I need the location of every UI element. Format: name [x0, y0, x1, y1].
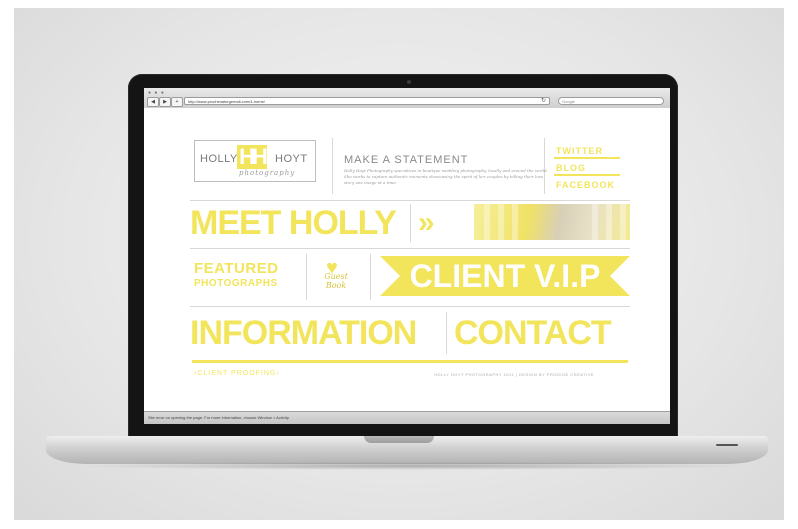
divider [410, 204, 411, 242]
facebook-link[interactable]: FACEBOOK [556, 180, 615, 190]
address-bar[interactable]: http://www.prochimaturgemail.com/4-home/ [184, 97, 550, 105]
information-link[interactable]: INFORMATION [190, 314, 417, 352]
status-text: Site error on opening the page. For more… [148, 415, 290, 420]
browser-toolbar: ● ● ● ◀ ▶ + http://www.prochimaturgemail… [144, 88, 670, 109]
divider [370, 254, 371, 300]
statement-title: MAKE A STATEMENT [344, 154, 469, 166]
laptop-screen: ● ● ● ◀ ▶ + http://www.prochimaturgemail… [144, 88, 670, 424]
forward-button[interactable]: ▶ [159, 97, 171, 107]
back-button[interactable]: ◀ [147, 97, 159, 107]
client-vip-label: CLIENT V.I.P [409, 258, 601, 294]
status-bar: Site error on opening the page. For more… [144, 411, 670, 424]
logo-first-name: HOLLY [200, 153, 238, 165]
contact-link[interactable]: CONTACT [454, 314, 612, 352]
window-controls[interactable]: ● ● ● [148, 90, 165, 96]
footer-rule [192, 360, 628, 363]
guest-book-label: Guest Book [324, 272, 348, 290]
add-bookmark-button[interactable]: + [171, 97, 183, 107]
chevron-right-icon: » [418, 206, 435, 239]
logo-script: photography [239, 169, 296, 177]
statement-body: Holly Hoyt Photography specializes in bo… [344, 168, 548, 185]
logo-last-name: HOYT [275, 153, 308, 165]
guest-book-link[interactable]: ♥ Guest Book [316, 258, 356, 298]
divider [190, 306, 630, 307]
laptop-notch [364, 436, 434, 443]
footer-credit: HOLLY HOYT PHOTOGRAPHY 2011 | DESIGN BY … [434, 372, 595, 377]
blog-link[interactable]: BLOG [556, 163, 586, 173]
featured-photo[interactable] [474, 204, 630, 240]
divider [190, 200, 630, 201]
divider [446, 312, 447, 354]
featured-photographs-link[interactable]: FEATURED [194, 260, 279, 277]
site-logo[interactable]: HOLLY HH HOYT photography [194, 140, 316, 182]
client-proofing-link[interactable]: ›CLIENT PROOFING‹ [194, 370, 280, 377]
meet-holly-link[interactable]: MEET HOLLY [190, 204, 397, 242]
twitter-link[interactable]: TWITTER [556, 146, 603, 156]
divider [306, 254, 307, 300]
client-vip-button[interactable]: CLIENT V.I.P [380, 256, 630, 296]
featured-photographs-sublabel[interactable]: PHOTOGRAPHS [194, 278, 278, 289]
divider [332, 138, 333, 194]
laptop-shadow [70, 462, 750, 470]
reload-icon[interactable]: ↻ [541, 97, 546, 106]
divider [190, 248, 630, 249]
sleep-indicator-icon [716, 444, 738, 446]
search-input[interactable]: Google [558, 97, 664, 105]
divider [554, 174, 620, 176]
divider [554, 157, 620, 159]
logo-monogram: HH [237, 145, 268, 169]
camera-icon [407, 80, 411, 84]
